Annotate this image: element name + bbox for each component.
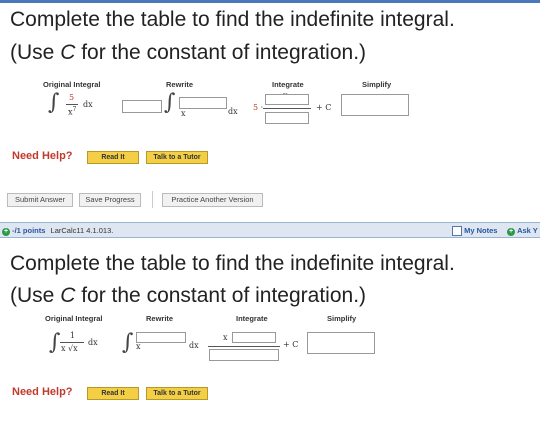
q1-need-help-label: Need Help? [12,150,73,162]
q2-need-help-label: Need Help? [12,386,73,398]
q2-rewrite-dx: dx [189,341,199,350]
q2-header-simplify: Simplify [327,314,357,323]
q1-button-separator [152,191,153,208]
q1-talk-to-tutor-button[interactable]: Talk to a Tutor [146,151,208,164]
q2-integrate-fraction-bar [208,346,280,347]
q2-rewrite-x: x [136,342,141,351]
q1-orig-denominator: x7 [68,106,77,117]
q2-title-line2: (Use C for the constant of integration.) [10,284,367,307]
q1-header-rewrite: Rewrite [166,80,194,89]
notes-icon [452,226,462,237]
q1-practice-another-version-button[interactable]: Practice Another Version [162,193,263,207]
q1-rewrite-dx: dx [228,107,238,116]
q1-rewrite-coef-input[interactable] [122,100,162,113]
q1-orig-numerator: 5 [69,93,75,102]
q1-rewrite-integral-sign: ∫ [164,90,176,115]
q2-title-line1: Complete the table to find the indefinit… [10,252,455,275]
q1-rewrite-x: x [181,109,186,118]
q1-integrate-coef: 5 · [253,103,264,112]
q2-simplify-input[interactable] [307,332,375,354]
q1-title-line2: (Use C for the constant of integration.) [10,41,367,64]
q2-integrate-exponent-input[interactable] [232,332,276,343]
expand-plus-icon[interactable]: + [2,228,10,236]
my-notes-link[interactable]: My Notes [452,226,497,237]
q1-header-integrate: Integrate [272,80,304,89]
q2-rewrite-exponent-input[interactable] [136,332,186,343]
q1-submit-answer-button[interactable]: Submit Answer [7,193,73,207]
ask-your-teacher-link[interactable]: + Ask Y [507,226,538,236]
q2-orig-numerator: 1 [70,331,76,340]
q1-read-it-button[interactable]: Read It [87,151,139,164]
q1-rewrite-exponent-input[interactable] [179,97,227,109]
ask-plus-icon: + [507,228,515,236]
q2-header-integrate: Integrate [236,314,268,323]
q2-points: + -/1 points LarCalc11 4.1.013. [2,226,114,236]
q1-integrate-plus-c: + C [316,103,332,112]
q2-orig-fraction-bar [60,342,84,343]
q1-simplify-input[interactable] [341,94,409,116]
q2-read-it-button[interactable]: Read It [87,387,139,400]
top-accent-bar [0,0,540,3]
q2-integrate-plus-c: + C [283,340,299,349]
q2-header-rewrite: Rewrite [146,314,174,323]
q1-integrate-fraction-bar [263,108,311,109]
q1-title-line1: Complete the table to find the indefinit… [10,8,455,31]
q1-orig-fraction-bar [66,104,78,105]
q1-header-original: Original Integral [43,80,101,89]
q1-orig-dx: dx [83,100,93,109]
q2-integrate-denominator-input[interactable] [209,349,279,361]
q1-integral-sign: ∫ [48,90,60,115]
q2-orig-dx: dx [88,338,98,347]
q1-header-simplify: Simplify [362,80,392,89]
q2-integrate-numerator: x [223,333,228,342]
q2-talk-to-tutor-button[interactable]: Talk to a Tutor [146,387,208,400]
q1-integrate-denominator-input[interactable] [265,112,309,124]
q2-rewrite-integral-sign: ∫ [122,330,134,355]
q2-integral-sign: ∫ [49,330,61,355]
q1-save-progress-button[interactable]: Save Progress [79,193,141,207]
q1-integrate-exponent-input[interactable] [265,94,309,105]
q2-header-original: Original Integral [45,314,103,323]
q2-header-bar: + -/1 points LarCalc11 4.1.013. My Notes… [0,222,540,238]
q2-orig-denominator: x √x [61,344,78,353]
